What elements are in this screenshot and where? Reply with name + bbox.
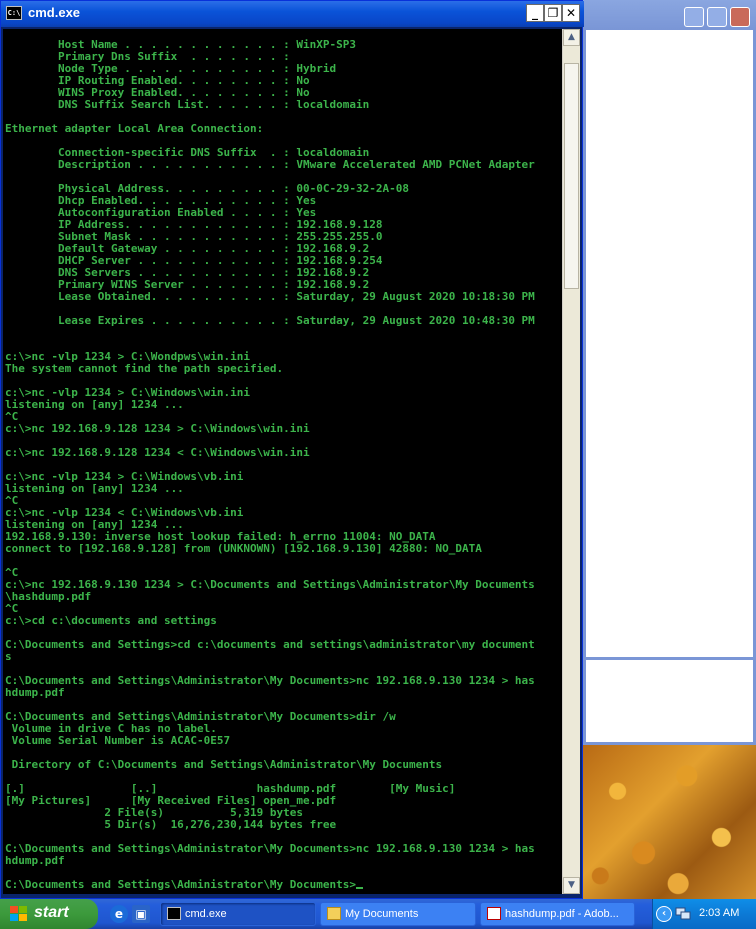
window-content-pane: [586, 30, 753, 657]
scroll-down-icon[interactable]: ▼: [563, 877, 580, 894]
windows-logo-icon: [10, 906, 28, 922]
window-title: cmd.exe: [28, 5, 81, 20]
console-output[interactable]: Host Name . . . . . . . . . . . . : WinX…: [3, 29, 562, 894]
console-line: hdump.pdf: [5, 854, 65, 867]
console-line: listening on [any] 1234 ...: [5, 482, 184, 495]
console-line: c:\>cd c:\documents and settings: [5, 614, 217, 627]
taskbar: start e ▣ cmd.exe My Documents hashdump.…: [0, 899, 756, 929]
close-icon[interactable]: [730, 7, 750, 27]
console-line: c:\>nc 192.168.9.128 1234 > C:\Windows\w…: [5, 422, 310, 435]
vertical-scrollbar[interactable]: ▲ ▼: [562, 29, 580, 894]
scrollbar-thumb[interactable]: [564, 63, 579, 289]
background-window[interactable]: [583, 0, 756, 745]
console-line: C:\Documents and Settings\Administrator\…: [5, 842, 535, 855]
console-line: C:\Documents and Settings\Administrator\…: [5, 674, 535, 687]
pdf-icon: [487, 907, 501, 920]
internet-explorer-icon[interactable]: e: [110, 905, 128, 923]
console-line: Lease Expires . . . . . . . . . . : Satu…: [5, 314, 535, 327]
taskbar-item-cmd[interactable]: cmd.exe: [160, 902, 316, 926]
network-icon[interactable]: [675, 907, 691, 921]
console-line: Lease Obtained. . . . . . . . . . : Satu…: [5, 290, 535, 303]
taskbar-item-adobe-reader[interactable]: hashdump.pdf - Adob...: [480, 902, 635, 926]
console-line: C:\Documents and Settings\Administrator\…: [5, 879, 535, 891]
maximize-icon[interactable]: [707, 7, 727, 27]
system-tray: ‹ 2:03 AM: [652, 899, 756, 929]
console-line: Ethernet adapter Local Area Connection:: [5, 122, 264, 135]
show-hidden-icons-icon[interactable]: ‹: [656, 906, 672, 922]
folder-icon: [327, 907, 341, 920]
cmd-icon: [167, 907, 181, 920]
console-line: c:\>nc 192.168.9.128 1234 < C:\Windows\w…: [5, 446, 310, 459]
console-line: Directory of C:\Documents and Settings\A…: [5, 758, 443, 771]
console-line: s: [5, 650, 12, 663]
cmd-app-icon[interactable]: C:\: [6, 6, 22, 20]
console-line: listening on [any] 1234 ...: [5, 398, 184, 411]
console-line: connect to [192.168.9.128] from (UNKNOWN…: [5, 542, 482, 555]
clock[interactable]: 2:03 AM: [699, 907, 739, 919]
console-line: \hashdump.pdf: [5, 590, 92, 603]
show-desktop-icon[interactable]: ▣: [132, 905, 150, 923]
console-text: Host Name . . . . . . . . . . . . : WinX…: [5, 39, 535, 891]
taskbar-item-label: hashdump.pdf - Adob...: [505, 908, 619, 920]
background-window-titlebar[interactable]: [583, 0, 756, 30]
cmd-window[interactable]: C:\ cmd.exe _ ❐ ✕ Host Name . . . . . . …: [0, 0, 584, 899]
restore-icon[interactable]: ❐: [544, 4, 562, 22]
text-cursor: [356, 887, 363, 889]
close-icon[interactable]: ✕: [562, 4, 580, 22]
console-line: 5 Dir(s) 16,276,230,144 bytes free: [5, 818, 337, 831]
cmd-titlebar[interactable]: C:\ cmd.exe _ ❐ ✕: [1, 1, 584, 27]
taskbar-item-label: My Documents: [345, 908, 419, 920]
desktop-wallpaper: [583, 745, 756, 899]
start-label: start: [34, 904, 69, 921]
console-line: hdump.pdf: [5, 686, 65, 699]
minimize-icon[interactable]: [684, 7, 704, 27]
taskbar-item-label: cmd.exe: [185, 908, 227, 920]
start-button[interactable]: start: [0, 899, 98, 929]
console-line: DNS Suffix Search List. . . . . . : loca…: [5, 98, 370, 111]
minimize-icon[interactable]: _: [526, 4, 544, 22]
console-line: Description . . . . . . . . . . . : VMwa…: [5, 158, 535, 171]
console-line: The system cannot find the path specifie…: [5, 362, 284, 375]
console-line: Volume Serial Number is ACAC-0E57: [5, 734, 231, 747]
window-lower-pane: [586, 660, 753, 742]
console-line: C:\Documents and Settings>cd c:\document…: [5, 638, 535, 651]
scroll-up-icon[interactable]: ▲: [563, 29, 580, 46]
taskbar-item-my-documents[interactable]: My Documents: [320, 902, 476, 926]
